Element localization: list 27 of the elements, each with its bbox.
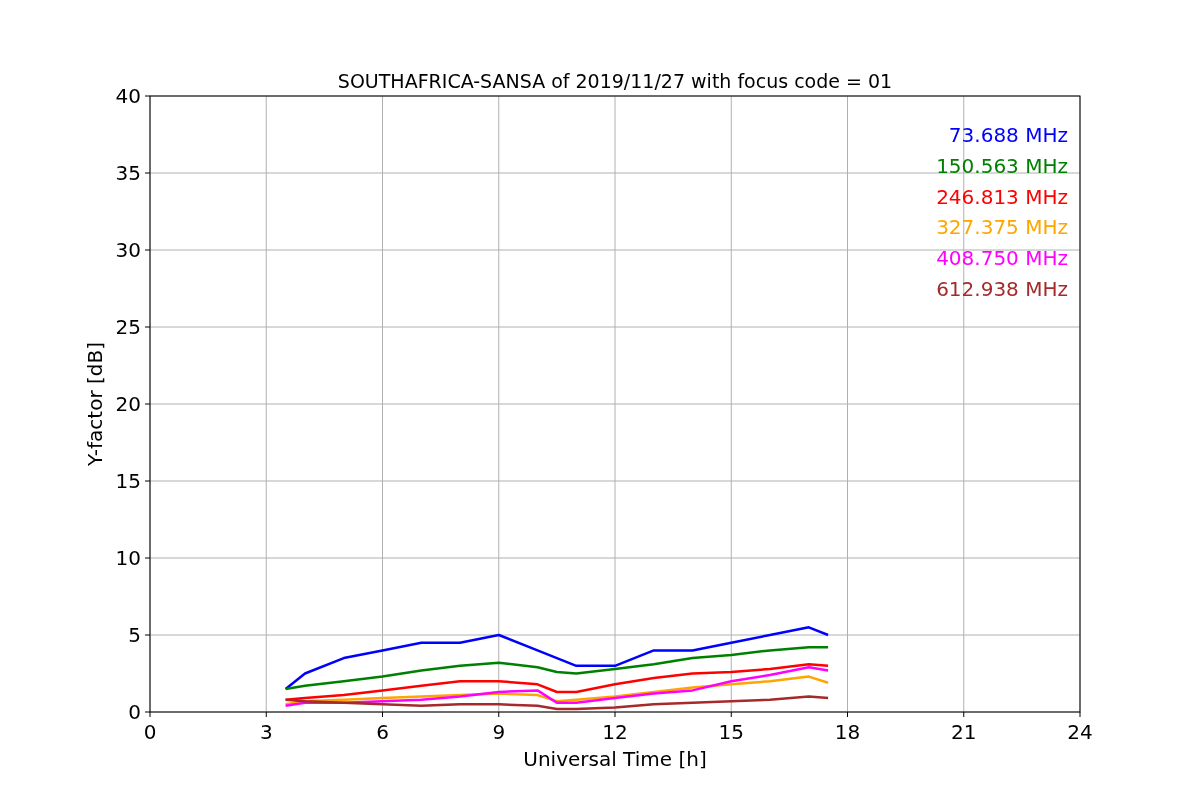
x-tick-label: 12 [602,720,628,744]
y-tick-label: 5 [128,623,141,647]
y-tick-label: 20 [115,392,141,416]
x-tick-label: 0 [143,720,157,744]
y-tick-label: 0 [128,700,141,724]
x-tick-label: 9 [492,720,506,744]
y-axis-label: Y-factor [dB] [83,342,107,466]
legend-label: 246.813 MHz [936,184,1068,209]
y-tick-label: 15 [115,469,141,493]
legend-label: 408.750 MHz [936,246,1068,271]
x-tick-label: 24 [1067,720,1093,744]
legend-label: 327.375 MHz [936,215,1068,240]
x-tick-label: 21 [951,720,977,744]
y-tick-label: 40 [115,84,141,108]
x-tick-label: 6 [376,720,389,744]
x-tick-label: 15 [718,720,744,744]
y-tick-label: 35 [115,161,141,185]
legend-label: 73.688 MHz [948,123,1068,147]
y-tick-label: 25 [115,315,141,339]
x-axis-label: Universal Time [h] [523,747,707,771]
x-tick-label: 3 [259,720,273,744]
x-tick-label: 18 [834,720,861,744]
legend-label: 150.563 MHz [936,153,1068,178]
y-tick-label: 30 [115,238,141,262]
legend-label: 612.938 MHz [936,277,1068,301]
chart-title: SOUTHAFRICA-SANSA of 2019/11/27 with focus code = 01 [337,70,893,92]
y-tick-label: 10 [115,546,141,570]
